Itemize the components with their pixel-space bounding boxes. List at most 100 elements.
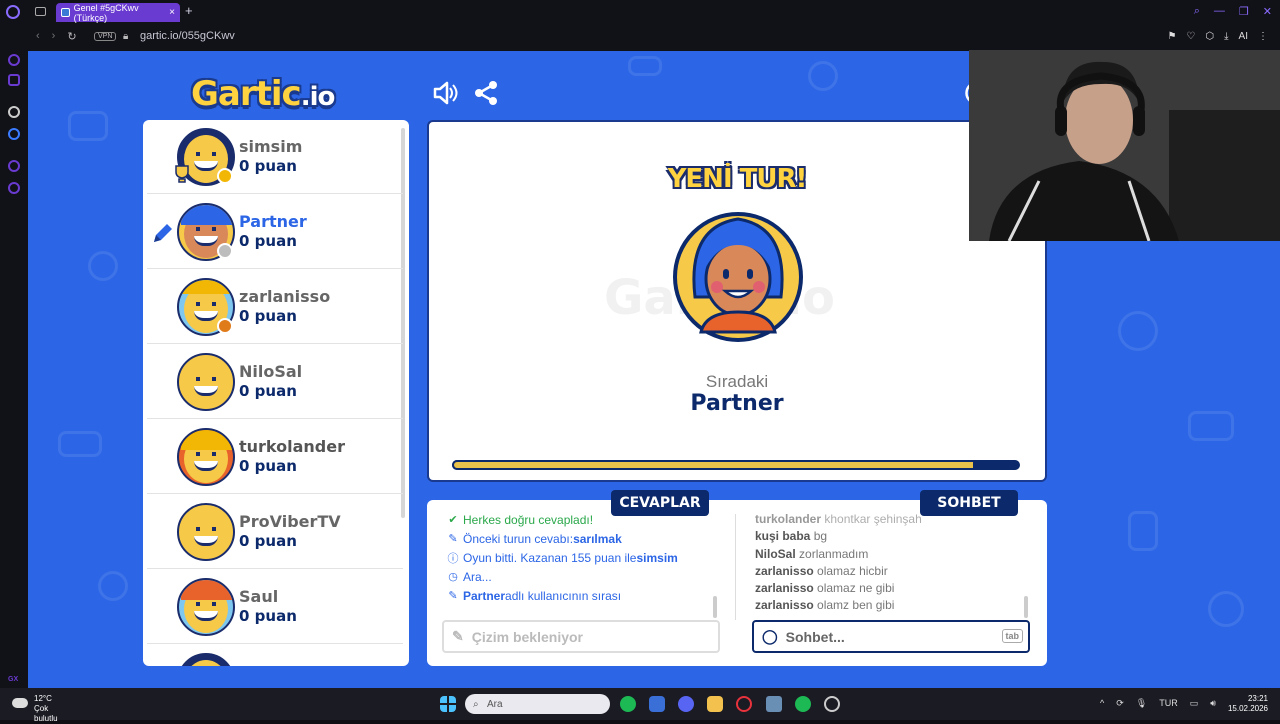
forward-icon[interactable]: › bbox=[52, 30, 56, 43]
answers-log: ✔ Herkes doğru cevapladı! ✎ Önceki turun c… bbox=[447, 510, 717, 620]
bg-doodle bbox=[1208, 591, 1244, 627]
back-icon[interactable]: ‹ bbox=[36, 30, 40, 43]
reload-icon[interactable]: ↻ bbox=[67, 30, 76, 43]
vpn-badge[interactable]: VPN bbox=[94, 32, 117, 41]
player-name: zarlanisso bbox=[239, 287, 331, 306]
opera-logo-icon[interactable] bbox=[6, 5, 20, 19]
download-icon[interactable]: ⤓ bbox=[1224, 31, 1228, 42]
extensions-icon[interactable]: ⬡ bbox=[1205, 31, 1214, 42]
chat-input[interactable]: ◯ Sohbet... tab bbox=[752, 620, 1030, 653]
gx-label: GX bbox=[8, 676, 19, 683]
sync-icon[interactable]: ⟳ bbox=[1116, 698, 1124, 709]
gartic-logo: Gartic.io bbox=[191, 74, 335, 114]
chat-scrollbar[interactable] bbox=[1024, 596, 1028, 618]
player-row-drawing: Partner 0 puan bbox=[147, 195, 403, 269]
avatar bbox=[177, 428, 235, 486]
clock-icon: ◷ bbox=[448, 571, 458, 583]
clock[interactable]: 23:21 15.02.2026 bbox=[1228, 694, 1268, 714]
gartic-favicon-icon bbox=[61, 8, 70, 17]
sidebar-history-icon[interactable] bbox=[8, 160, 20, 172]
lock-icon[interactable]: 🔒︎ bbox=[123, 31, 128, 42]
player-row bbox=[147, 645, 403, 666]
window-controls: ⌕ — ❐ ✕ bbox=[1194, 5, 1272, 18]
bg-doodle bbox=[628, 56, 662, 76]
player-score: 0 puan bbox=[239, 307, 297, 325]
workspaces-icon[interactable] bbox=[35, 7, 46, 16]
player-score: 0 puan bbox=[239, 532, 297, 550]
sidebar-settings-icon[interactable] bbox=[8, 182, 20, 194]
menu-icon[interactable]: ⋮ bbox=[1258, 31, 1268, 42]
bg-doodle bbox=[1128, 511, 1158, 551]
player-row: NiloSal 0 puan bbox=[147, 345, 403, 419]
share-icon[interactable] bbox=[473, 80, 499, 106]
check-icon: ✔ bbox=[448, 514, 458, 526]
player-score: 0 puan bbox=[239, 457, 297, 475]
close-tab-icon[interactable]: × bbox=[169, 7, 175, 18]
discord-icon[interactable] bbox=[678, 696, 694, 712]
new-tab-button[interactable]: + bbox=[185, 3, 193, 18]
tab-key-hint: tab bbox=[1001, 629, 1023, 643]
close-window-icon[interactable]: ✕ bbox=[1263, 5, 1272, 18]
player-row: zarlanisso 0 puan bbox=[147, 270, 403, 344]
weather-condition: Çok bulutlu bbox=[34, 704, 58, 723]
heart-icon[interactable]: ♡ bbox=[1186, 31, 1195, 42]
round-progress-bar bbox=[452, 460, 1020, 470]
date: 15.02.2026 bbox=[1227, 704, 1268, 713]
taskbar-search[interactable]: ⌕ Ara bbox=[465, 694, 610, 714]
language-indicator[interactable]: TUR bbox=[1159, 698, 1178, 709]
chat-line: kuşi baba bg bbox=[755, 529, 828, 544]
panel-divider bbox=[735, 514, 736, 620]
app-icon[interactable] bbox=[766, 696, 782, 712]
chat-line: NiloSal zorlanmadım bbox=[755, 546, 869, 561]
avatar bbox=[177, 653, 235, 666]
answer-line-game-over: ⓘ Oyun bitti. Kazanan 155 puan ile simsim bbox=[447, 550, 678, 565]
temperature: 12°C bbox=[34, 694, 52, 703]
search-icon: ⌕ bbox=[473, 698, 479, 710]
player-score: 0 puan bbox=[239, 607, 297, 625]
maximize-icon[interactable]: ❐ bbox=[1239, 5, 1249, 18]
sidebar-messenger-icon[interactable] bbox=[8, 74, 20, 86]
status-dot bbox=[217, 243, 233, 259]
browser-sidebar: GX bbox=[0, 24, 28, 688]
ai-button[interactable]: AI bbox=[1239, 31, 1248, 42]
chat-line: zarlanisso olamaz ne gibi bbox=[755, 581, 895, 596]
pencil-icon: ✎ bbox=[448, 533, 458, 545]
microphone-icon[interactable]: 🎙︎ bbox=[1136, 698, 1147, 709]
chevron-up-icon[interactable]: ^ bbox=[1100, 698, 1104, 709]
status-dot bbox=[217, 168, 233, 184]
drawing-canvas[interactable]: Gartic.io YENİ TUR! Sıradaki Partner bbox=[427, 120, 1047, 482]
sidebar-facebook-messenger-icon[interactable] bbox=[8, 128, 20, 140]
file-explorer-icon[interactable] bbox=[707, 696, 723, 712]
sidebar-aria-icon[interactable] bbox=[8, 54, 20, 66]
windows-start-icon[interactable] bbox=[440, 696, 456, 712]
spotify-icon[interactable] bbox=[795, 696, 811, 712]
browser-toolbar-icons: ⚑ ♡ ⬡ ⤓ AI ⋮ bbox=[1167, 31, 1268, 42]
trophy-icon bbox=[175, 165, 189, 183]
bg-doodle bbox=[68, 111, 108, 141]
mail-icon[interactable] bbox=[649, 696, 665, 712]
chat-line: zarlanisso olamaz hicbir bbox=[755, 563, 888, 578]
spotify-icon[interactable] bbox=[620, 696, 636, 712]
avatar bbox=[177, 578, 235, 636]
pin-icon[interactable]: ⚑ bbox=[1167, 31, 1176, 42]
volume-icon[interactable]: 🔊︎ bbox=[1210, 698, 1216, 709]
browser-tab-bar: Genel #5gCKwv (Türkçe) × + ⌕ — ❐ ✕ bbox=[0, 0, 1280, 24]
url-field[interactable]: gartic.io/055gCKwv bbox=[140, 30, 235, 42]
player-row: simsim 0 puan bbox=[147, 120, 403, 194]
next-player-name: Partner bbox=[690, 391, 784, 416]
sound-icon[interactable] bbox=[432, 80, 458, 106]
answers-scrollbar[interactable] bbox=[713, 596, 717, 618]
answer-input[interactable]: ✎ Çizim bekleniyor bbox=[442, 620, 720, 653]
minimize-icon[interactable]: — bbox=[1214, 5, 1225, 18]
player-score: 0 puan bbox=[239, 232, 297, 250]
browser-tab-active[interactable]: Genel #5gCKwv (Türkçe) × bbox=[56, 3, 180, 23]
pencil-icon bbox=[154, 224, 172, 242]
opera-gx-icon[interactable] bbox=[736, 696, 752, 712]
chat-line: turkolander khontkar şehinşah bbox=[755, 512, 922, 526]
sidebar-chatgpt-icon[interactable] bbox=[8, 106, 20, 118]
players-list: simsim 0 puan Partner 0 puan zarlanisso … bbox=[143, 120, 409, 666]
display-icon[interactable]: ▭ bbox=[1190, 698, 1199, 709]
app-icon[interactable] bbox=[824, 696, 840, 712]
search-tabs-icon[interactable]: ⌕ bbox=[1194, 5, 1200, 18]
avatar bbox=[177, 353, 235, 411]
